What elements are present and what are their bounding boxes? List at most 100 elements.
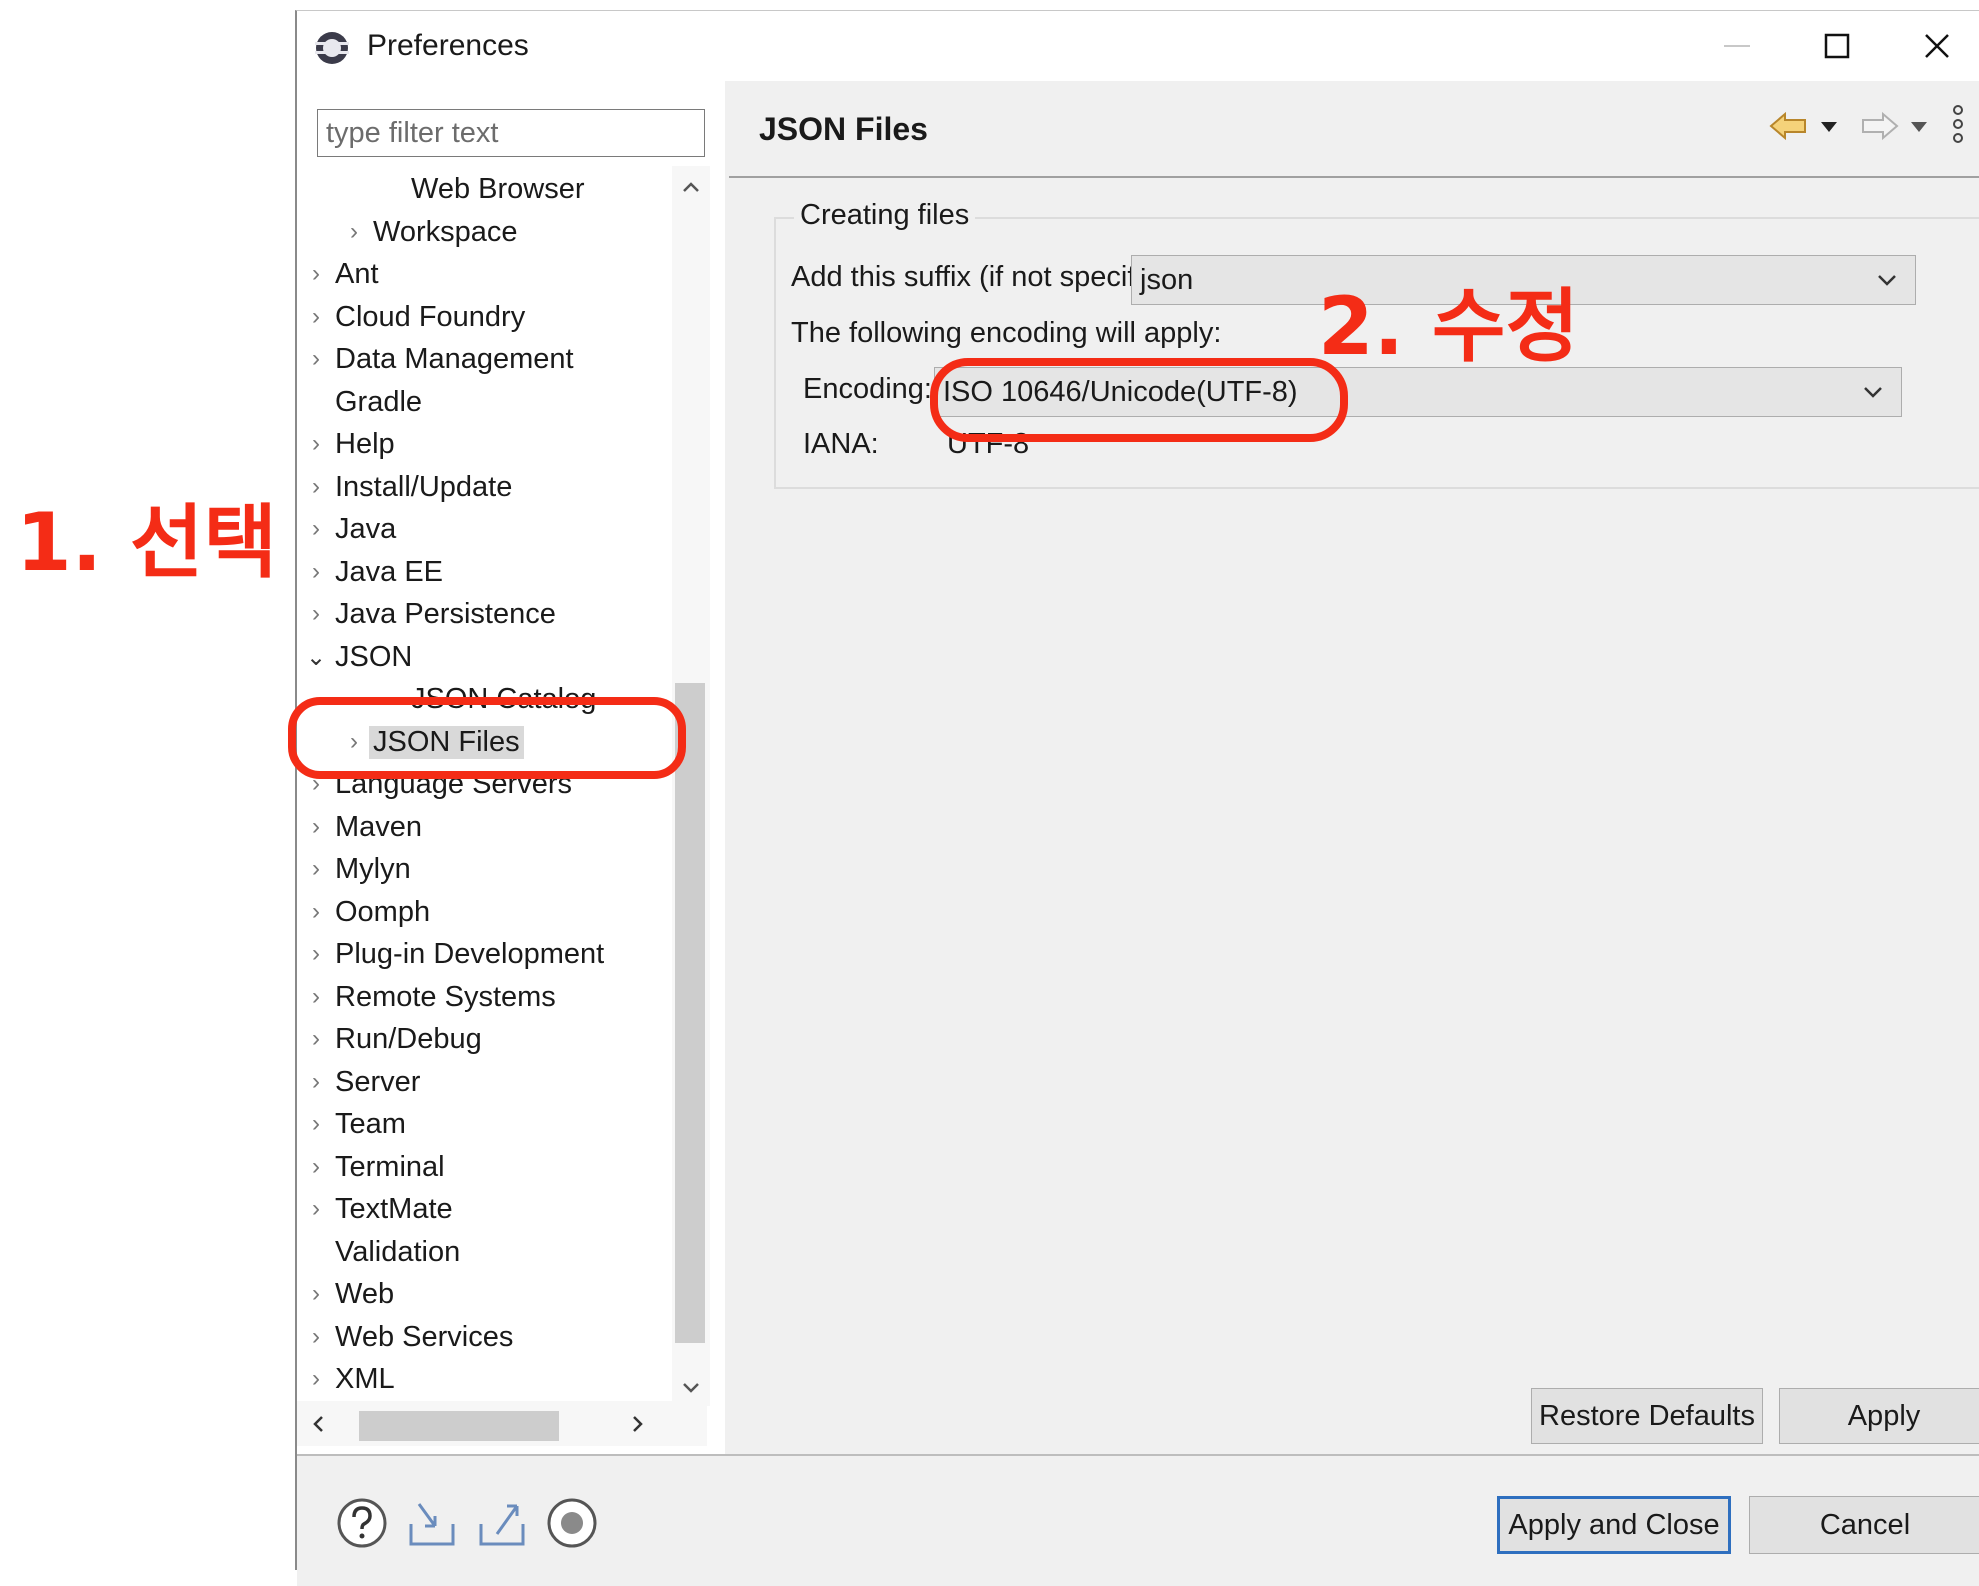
import-icon[interactable] [405,1496,459,1550]
tree-item-java[interactable]: › Java [301,508,400,550]
cancel-button[interactable]: Cancel [1749,1496,1979,1554]
tree-item-mylyn[interactable]: › Mylyn [301,848,415,890]
tree-item-label: Web Services [335,1320,514,1353]
chevron-right-icon[interactable]: › [301,600,331,628]
forward-arrow-icon[interactable] [1859,111,1899,141]
tree-item-maven[interactable]: › Maven [301,806,426,848]
group-title: Creating files [794,199,976,232]
chevron-right-icon[interactable]: › [301,1365,331,1393]
record-icon[interactable] [545,1496,599,1550]
maximize-button[interactable] [1787,11,1887,81]
chevron-right-icon[interactable]: › [301,813,331,841]
tree-item-install-update[interactable]: › Install/Update [301,466,516,508]
export-icon[interactable] [475,1496,529,1550]
chevron-right-icon[interactable]: › [301,1195,331,1223]
annotation-step1: 1. 선택 [16,496,278,589]
tree-item-ant[interactable]: › Ant [301,253,383,295]
tree-item-validation[interactable]: Validation [301,1231,464,1273]
tree-item-oomph[interactable]: › Oomph [301,891,434,933]
dialog-footer: Apply and Close Cancel [297,1454,1979,1586]
tree-item-textmate[interactable]: › TextMate [301,1188,457,1230]
tree-item-label: Web [335,1277,395,1310]
chevron-right-icon[interactable]: › [301,473,331,501]
chevron-down-icon [1878,275,1896,286]
apply-button[interactable]: Apply [1779,1388,1979,1444]
close-button[interactable] [1887,11,1979,81]
tree-item-team[interactable]: › Team [301,1103,410,1145]
chevron-right-icon[interactable]: › [301,1068,331,1096]
tree-item-web-browser[interactable]: Web Browser [377,168,589,210]
suffix-value: json [1140,263,1194,296]
back-history-dropdown-icon[interactable] [1819,119,1839,135]
chevron-right-icon[interactable]: › [301,303,331,331]
tree-item-xml[interactable]: › XML [301,1358,399,1400]
tree-item-label: XML [335,1362,395,1395]
encoding-label: Encoding: [803,373,932,405]
chevron-right-icon[interactable]: › [301,430,331,458]
restore-defaults-button[interactable]: Restore Defaults [1531,1388,1763,1444]
chevron-right-icon[interactable]: › [301,855,331,883]
tree-item-json[interactable]: ⌄ JSON [301,636,416,678]
tree-item-java-ee[interactable]: › Java EE [301,551,447,593]
tree-item-plug-in-development[interactable]: › Plug-in Development [301,933,608,975]
tree-item-label: Terminal [335,1150,445,1183]
chevron-right-icon[interactable]: › [301,1323,331,1351]
tree-item-label: Web Browser [411,172,585,205]
tree-item-run-debug[interactable]: › Run/Debug [301,1018,486,1060]
back-arrow-icon[interactable] [1769,111,1809,141]
minimize-button[interactable] [1687,11,1787,81]
chevron-right-icon[interactable]: › [301,983,331,1011]
filter-input[interactable] [317,109,705,157]
chevron-right-icon[interactable]: › [301,1153,331,1181]
chevron-right-icon[interactable]: › [301,260,331,288]
tree-item-label: Remote Systems [335,980,556,1013]
tree-item-data-management[interactable]: › Data Management [301,338,578,380]
tree-item-label: Install/Update [335,470,513,503]
title-bar: Preferences [297,11,1979,81]
view-menu-icon[interactable] [1951,103,1965,147]
chevron-right-icon[interactable]: › [301,345,331,373]
apply-and-close-button[interactable]: Apply and Close [1497,1496,1731,1554]
chevron-right-icon[interactable]: › [301,1280,331,1308]
tree-item-server[interactable]: › Server [301,1061,424,1103]
tree-item-gradle[interactable]: Gradle [301,381,426,423]
tree-item-java-persistence[interactable]: › Java Persistence [301,593,560,635]
tree-item-remote-systems[interactable]: › Remote Systems [301,976,560,1018]
scroll-left-icon[interactable] [307,1413,329,1435]
scroll-right-icon[interactable] [627,1413,649,1435]
tree-horizontal-scroll-thumb[interactable] [359,1411,559,1441]
scroll-up-icon[interactable] [680,176,702,198]
tree-item-label: Server [335,1065,421,1098]
tree-item-web-services[interactable]: › Web Services [301,1316,517,1358]
tree-item-workspace[interactable]: › Workspace [339,211,522,253]
forward-history-dropdown-icon[interactable] [1909,119,1929,135]
annotation-step2: 2. 수정 [1318,280,1580,373]
scroll-down-icon[interactable] [680,1376,702,1398]
tree-item-cloud-foundry[interactable]: › Cloud Foundry [301,296,529,338]
encoding-intro: The following encoding will apply: [791,317,1222,349]
tree-item-terminal[interactable]: › Terminal [301,1146,449,1188]
tree-item-label: Java EE [335,555,443,588]
help-icon[interactable] [335,1496,389,1550]
tree-item-label: Mylyn [335,852,411,885]
chevron-right-icon[interactable]: › [301,898,331,926]
chevron-right-icon[interactable]: › [301,1110,331,1138]
tree-item-web[interactable]: › Web [301,1273,398,1315]
window-title: Preferences [367,29,529,62]
tree-item-label: Run/Debug [335,1022,482,1055]
chevron-down-icon[interactable]: ⌄ [301,643,331,672]
close-icon [1925,34,1949,58]
tree-item-help[interactable]: › Help [301,423,399,465]
chevron-right-icon[interactable]: › [301,940,331,968]
chevron-right-icon[interactable]: › [339,218,369,246]
tree-vertical-scroll-thumb[interactable] [675,683,705,1343]
chevron-right-icon[interactable]: › [301,515,331,543]
chevron-right-icon[interactable]: › [301,558,331,586]
tree-item-label: Ant [335,257,379,290]
annotation-ring-encoding [930,358,1348,442]
tree-item-label: Java Persistence [335,597,556,630]
preferences-dialog: Preferences Web Browser›Workspace›Ant›Cl… [295,10,1979,1586]
header-separator [729,176,1979,178]
chevron-right-icon[interactable]: › [301,1025,331,1053]
tree-item-label: Validation [335,1235,461,1268]
